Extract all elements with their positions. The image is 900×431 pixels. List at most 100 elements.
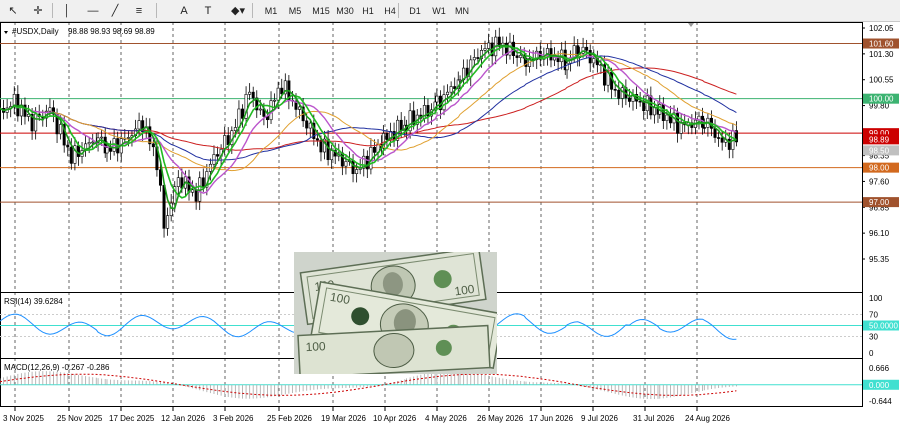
candle-body bbox=[201, 177, 205, 188]
timeframe-m15[interactable]: M15 bbox=[309, 2, 333, 19]
price-tick-label: 102.05 bbox=[869, 24, 894, 33]
price-level-label: 97.00 bbox=[869, 198, 890, 207]
toolbar-separator bbox=[52, 3, 53, 18]
candle-body bbox=[105, 147, 109, 154]
candle-body bbox=[162, 184, 166, 229]
candle-body bbox=[585, 46, 589, 51]
time-label: 10 Apr 2026 bbox=[373, 414, 417, 423]
timeframe-m1[interactable]: M1 bbox=[262, 2, 280, 19]
price-level-label: 98.89 bbox=[869, 135, 890, 144]
fibonacci-icon[interactable]: ≡ bbox=[130, 2, 148, 19]
candle-body bbox=[458, 79, 462, 82]
candle-body bbox=[34, 113, 38, 132]
timeframe-mn[interactable]: MN bbox=[453, 2, 471, 19]
candle-body bbox=[483, 48, 487, 51]
macd-tick-label: -0.644 bbox=[869, 397, 892, 406]
timeframe-m30[interactable]: M30 bbox=[333, 2, 357, 19]
text-icon[interactable]: A bbox=[176, 2, 192, 19]
ma-slow-line bbox=[0, 49, 737, 194]
candle-body bbox=[308, 122, 312, 129]
candle-body bbox=[613, 89, 617, 91]
candle-body bbox=[665, 114, 669, 121]
candle-body bbox=[435, 95, 439, 103]
svg-text:100: 100 bbox=[305, 339, 326, 354]
dollar-bills-illustration: 100 100 100 100 bbox=[294, 252, 497, 374]
candle-body bbox=[717, 137, 721, 139]
candle-body bbox=[158, 169, 162, 186]
toolbar-separator bbox=[398, 3, 399, 18]
candle-body bbox=[280, 87, 284, 95]
candle-body bbox=[16, 93, 20, 117]
price-tick-label: 97.60 bbox=[869, 177, 890, 186]
time-label: 9 Jul 2026 bbox=[581, 414, 618, 423]
price-tick-label: 96.10 bbox=[869, 229, 890, 238]
candle-body bbox=[91, 141, 95, 144]
candle-body bbox=[233, 127, 237, 131]
horizontal-line-icon[interactable]: — bbox=[84, 2, 102, 19]
candle-body bbox=[241, 108, 245, 119]
ma-fast-line bbox=[0, 44, 737, 210]
time-label: 3 Nov 2025 bbox=[3, 414, 44, 423]
macd-label: MACD(12,26,9) -0.267 -0.286 bbox=[4, 363, 110, 372]
candle-body bbox=[340, 152, 344, 167]
candle-body bbox=[720, 137, 724, 143]
trendline-icon[interactable]: ╱ bbox=[106, 2, 124, 19]
candle-body bbox=[137, 120, 141, 130]
candle-body bbox=[549, 48, 553, 61]
price-level-label: 98.00 bbox=[869, 164, 890, 173]
time-label: 3 Feb 2026 bbox=[213, 414, 254, 423]
candle-body bbox=[330, 149, 334, 161]
rsi-label: RSI(14) 39.6284 bbox=[4, 297, 63, 306]
candle-body bbox=[702, 127, 706, 129]
shapes-dropdown-icon[interactable]: ◆▾ bbox=[226, 2, 250, 19]
candle-body bbox=[191, 189, 195, 193]
chart-area[interactable]: #USDX,Daily 98.88 98.93 98.69 98.89 102.05… bbox=[0, 22, 900, 431]
candle-body bbox=[385, 133, 389, 141]
candle-body bbox=[87, 142, 91, 145]
candle-body bbox=[76, 145, 80, 157]
timeframe-h1[interactable]: H1 bbox=[359, 2, 377, 19]
candle-body bbox=[592, 58, 596, 64]
crosshair-icon[interactable]: ✛ bbox=[28, 2, 48, 19]
time-label: 25 Nov 2025 bbox=[57, 414, 103, 423]
candle-body bbox=[638, 100, 642, 103]
candle-body bbox=[399, 119, 403, 131]
timeframe-h4[interactable]: H4 bbox=[381, 2, 399, 19]
candle-body bbox=[519, 54, 523, 58]
cursor-icon[interactable]: ↖ bbox=[4, 2, 22, 19]
symbol-label: #USDX,Daily bbox=[12, 27, 59, 36]
candle-body bbox=[109, 147, 113, 152]
candle-body bbox=[487, 42, 491, 49]
timeframe-d1[interactable]: D1 bbox=[406, 2, 424, 19]
candle-body bbox=[48, 107, 52, 112]
time-label: 4 May 2026 bbox=[425, 414, 467, 423]
macd-tick-label: 0.666 bbox=[869, 364, 890, 373]
toolbar-separator bbox=[252, 3, 253, 18]
candle-body bbox=[273, 99, 277, 102]
price-tick-label: 95.35 bbox=[869, 255, 890, 264]
dollar-bills-image: 100 100 100 100 bbox=[294, 252, 497, 374]
candle-body bbox=[248, 91, 252, 95]
time-label: 31 Jul 2026 bbox=[633, 414, 675, 423]
timeframe-m5[interactable]: M5 bbox=[286, 2, 304, 19]
candle-body bbox=[258, 108, 262, 111]
candle-body bbox=[642, 101, 646, 112]
candle-body bbox=[298, 106, 302, 110]
vertical-line-icon[interactable]: │ bbox=[60, 2, 74, 19]
rsi-tick-label: 0 bbox=[869, 349, 874, 358]
candle-body bbox=[355, 169, 359, 174]
chart-shift-icon bbox=[688, 23, 694, 27]
candle-body bbox=[620, 87, 624, 99]
time-label: 17 Dec 2025 bbox=[109, 414, 155, 423]
text-label-icon[interactable]: T bbox=[200, 2, 216, 19]
candle-body bbox=[216, 154, 220, 157]
price-level-label: 98.50 bbox=[869, 146, 890, 155]
candle-body bbox=[126, 137, 130, 139]
chart-toolbar: ↖ ✛ │ — ╱ ≡ A T ◆▾ M1 M5 M15 M30 H1 H4 D1 W1 MN bbox=[0, 0, 900, 22]
rsi-tick-label: 70 bbox=[869, 311, 878, 320]
candle-body bbox=[305, 120, 309, 129]
timeframe-w1[interactable]: W1 bbox=[430, 2, 448, 19]
rsi-tick-label: 100 bbox=[869, 294, 883, 303]
candle-body bbox=[713, 128, 717, 138]
ohlc-values: 98.88 98.93 98.69 98.89 bbox=[68, 27, 155, 36]
